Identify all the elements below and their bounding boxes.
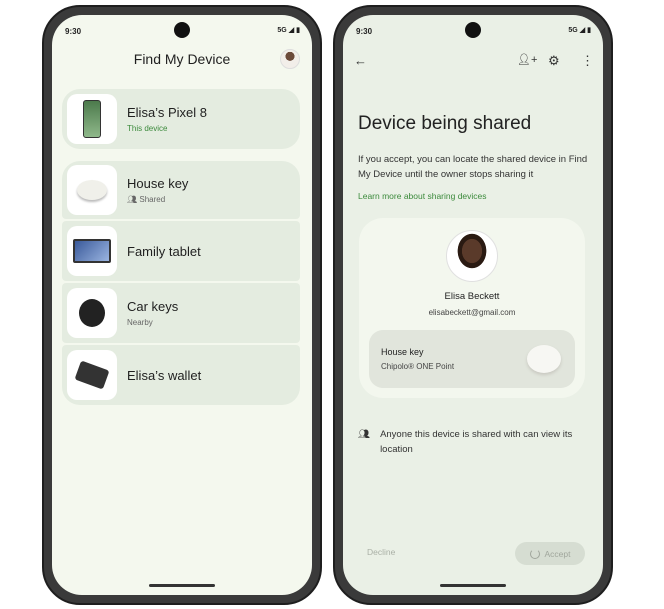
camera-cutout (465, 22, 481, 38)
info-text: Anyone this device is shared with can vi… (380, 429, 573, 455)
network-label: 5G (568, 26, 578, 34)
status-time: 9:30 (65, 27, 82, 36)
device-subtitle: Shared (139, 195, 166, 204)
device-item[interactable]: House key 👥︎ Shared (62, 161, 300, 219)
device-name: Elisa’s wallet (127, 367, 202, 383)
device-item[interactable]: Elisa’s wallet (62, 345, 300, 405)
accept-button[interactable]: Accept (515, 542, 585, 565)
tag-black-icon (67, 288, 117, 338)
owner-card: Elisa Beckett elisabeckett@gmail.com Hou… (359, 218, 585, 398)
network-label: 5G (277, 26, 287, 34)
camera-cutout (174, 22, 190, 38)
device-list-screen: 9:30 5G ◢ ▮ Find My Device Elisa’s Pixel 8… (52, 15, 312, 595)
owner-avatar (446, 230, 498, 282)
account-avatar[interactable] (280, 49, 300, 69)
tag-disc-icon (67, 165, 117, 215)
owner-email: elisabeckett@gmail.com (428, 308, 516, 317)
page-title: Device being shared (358, 113, 532, 134)
shared-device-name: House key (381, 347, 424, 357)
battery-icon: ▮ (296, 27, 300, 34)
page-title: Find My Device (133, 51, 231, 67)
owner-name: Elisa Beckett (444, 291, 500, 302)
home-indicator[interactable] (440, 584, 506, 587)
more-vert-icon[interactable]: ⋮ (581, 53, 594, 69)
device-item[interactable]: Car keys Nearby (62, 283, 300, 343)
device-name: House key (127, 176, 189, 191)
home-indicator[interactable] (149, 584, 215, 587)
phone-icon (67, 94, 117, 144)
tablet-icon (67, 226, 117, 276)
description: If you accept, you can locate the shared… (358, 154, 588, 180)
device-name: Elisa’s Pixel 8 (127, 105, 207, 120)
gear-icon[interactable]: ⚙ (548, 53, 560, 69)
share-screen: 9:30 5G ◢ ▮ ← 👤︎+ ⚙ ⋮ Device being shared … (343, 15, 603, 595)
device-item[interactable]: Family tablet (62, 221, 300, 281)
learn-more-link[interactable]: Learn more about sharing devices (358, 191, 487, 201)
device-name: Family tablet (127, 243, 201, 259)
phone-left: 9:30 5G ◢ ▮ Find My Device Elisa’s Pixel 8… (42, 5, 322, 605)
shared-device-card: House key Chipolo® ONE Point (369, 330, 575, 388)
status-icons: 5G ◢ ▮ (568, 26, 591, 35)
add-person-icon[interactable]: 👤︎+ (517, 53, 537, 66)
decline-button[interactable]: Decline (367, 547, 395, 557)
shared-people-icon: 👥︎ (127, 195, 138, 204)
signal-icon: ◢ (579, 27, 586, 34)
loading-spinner-icon (529, 548, 540, 559)
wallet-card-icon (67, 350, 117, 400)
signal-icon: ◢ (288, 27, 295, 34)
battery-icon: ▮ (587, 27, 591, 34)
status-icons: 5G ◢ ▮ (277, 26, 300, 35)
info-row: 👥︎ Anyone this device is shared with can … (358, 427, 588, 457)
device-subtitle: Nearby (127, 318, 153, 327)
back-arrow-icon[interactable]: ← (354, 53, 367, 68)
shared-device-model: Chipolo® ONE Point (381, 362, 455, 371)
phone-right: 9:30 5G ◢ ▮ ← 👤︎+ ⚙ ⋮ Device being shared … (333, 5, 613, 605)
tag-disc-icon (527, 345, 561, 373)
accept-label: Accept (544, 548, 571, 559)
people-icon: 👥︎ (358, 429, 371, 440)
device-subtitle: This device (127, 124, 168, 133)
device-name: Car keys (127, 299, 179, 314)
status-time: 9:30 (356, 27, 373, 36)
device-item[interactable]: Elisa’s Pixel 8 This device (62, 89, 300, 149)
